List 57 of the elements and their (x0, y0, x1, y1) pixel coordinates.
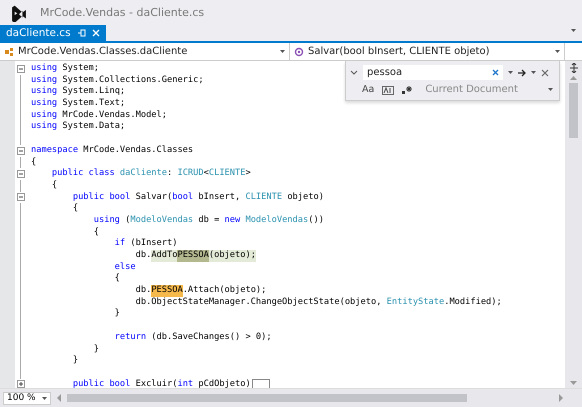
split-handle-icon[interactable] (568, 63, 578, 73)
app-logo-icon (10, 3, 28, 22)
code-line: using (ModeloVendas db = new ModeloVendas()) (92, 214, 324, 227)
code-line: db.PESSOA.Attach(objeto); (134, 285, 266, 297)
expand-icon[interactable] (17, 380, 25, 388)
scrollbar-thumb[interactable] (569, 83, 578, 138)
arrow-right-icon[interactable] (518, 68, 526, 76)
code-line: db.ObjectStateManager.ChangeObjectState(objeto, EntityState.Modified); (134, 296, 502, 308)
code-line: { (114, 273, 120, 286)
pin-icon[interactable] (76, 29, 86, 37)
code-line: public bool Excluir(int pCdObjeto) (72, 378, 251, 388)
code-line: } (92, 344, 99, 356)
document-tab[interactable]: daCliente.cs (0, 25, 106, 41)
code-line: else (114, 262, 136, 273)
dropdown-caret-icon[interactable] (508, 71, 513, 74)
code-line: using System.Linq; (30, 86, 126, 98)
regex-icon[interactable] (402, 84, 414, 94)
caret-icon (548, 88, 553, 91)
code-line: } (114, 308, 120, 320)
method-icon (294, 46, 304, 56)
zoom-dropdown[interactable]: 100 % (3, 392, 51, 404)
collapse-icon[interactable] (17, 64, 25, 73)
search-field[interactable]: pessoa (363, 65, 503, 80)
dropdown-caret-icon[interactable] (571, 29, 577, 33)
code-line: return (db.SaveChanges() > 0); (114, 332, 272, 344)
code-line: } (72, 355, 78, 367)
collapse-icon[interactable] (17, 170, 25, 178)
code-line: namespace MrCode.Vendas.Classes (30, 144, 194, 157)
code-line: if (bInsert) (114, 238, 178, 250)
caret-icon (555, 50, 560, 53)
chevron-down-icon[interactable] (350, 69, 358, 76)
code-line: { (30, 156, 36, 168)
clear-icon[interactable] (492, 69, 499, 76)
code-line: { (72, 203, 78, 215)
code-line: using System; (30, 63, 99, 75)
code-line: public bool Salvar(bool bInsert, CLIENTE objeto) (72, 192, 324, 203)
code-line: { (50, 180, 58, 192)
code-line: using MrCode.Vendas.Model; (30, 110, 167, 121)
scrollbar-thumb[interactable] (67, 394, 467, 402)
code-line: using System.Collections.Generic; (30, 74, 204, 86)
code-line: db.AddToPESSOA(objeto); (135, 250, 256, 262)
caret-icon (42, 396, 47, 400)
collapse-icon[interactable] (17, 193, 25, 202)
match-case-toggle[interactable]: Aa (362, 84, 374, 95)
close-icon[interactable] (541, 68, 549, 76)
member-dropdown[interactable]: Salvar(bool bInsert, CLIENTE objeto) (290, 43, 565, 60)
dropdown-caret-icon[interactable] (531, 71, 536, 74)
code-line: public class daCliente: ICRUD<CLIENTE> (50, 168, 251, 180)
code-line: using System.Data; (30, 121, 126, 134)
caret-icon (280, 50, 285, 53)
window-title: MrCode.Vendas - daCliente.cs (40, 6, 204, 19)
class-icon (4, 46, 14, 56)
type-dropdown[interactable]: MrCode.Vendas.Classes.daCliente (0, 43, 290, 60)
code-line: using System.Text; (30, 98, 126, 110)
code-line: { (92, 226, 99, 238)
collapse-icon[interactable] (17, 146, 25, 155)
whole-word-icon[interactable] (382, 84, 394, 94)
